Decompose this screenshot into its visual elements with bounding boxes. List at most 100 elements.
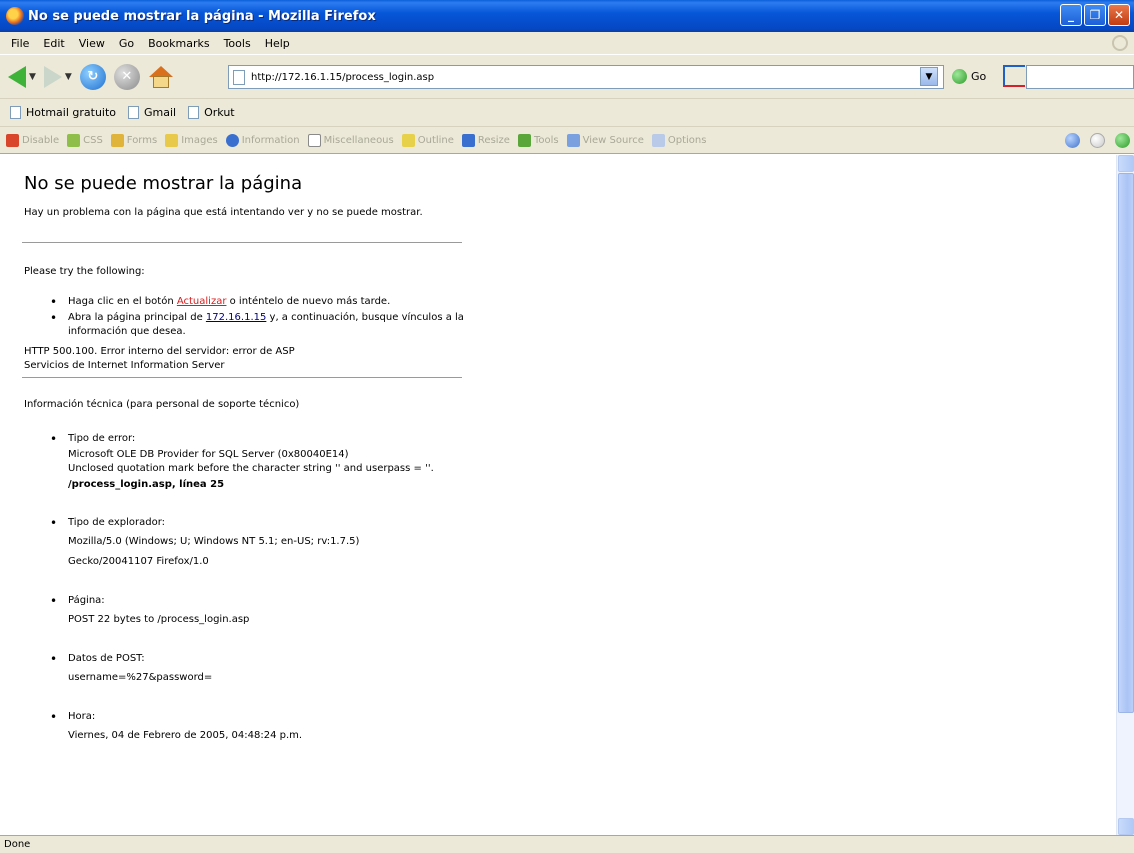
page-title: No se puede mostrar la página	[24, 173, 303, 194]
home-button[interactable]	[148, 64, 174, 90]
forward-arrow-icon	[43, 65, 62, 88]
js-status-icon[interactable]	[1115, 133, 1130, 148]
go-icon	[952, 69, 967, 84]
list-item: Tipo de error: Microsoft OLE DB Provider…	[50, 432, 464, 494]
dev-label: Resize	[477, 134, 510, 146]
dev-label: Tools	[533, 134, 559, 146]
dev-tools[interactable]: Tools	[517, 133, 559, 147]
back-arrow-icon	[8, 65, 26, 88]
menu-file[interactable]: File	[4, 37, 36, 50]
bookmark-label: Hotmail gratuito	[26, 106, 117, 119]
back-button[interactable]: ▼	[8, 65, 36, 88]
miscellaneous-icon	[307, 133, 321, 147]
dev-label: Outline	[417, 134, 454, 146]
reload-icon: ↻	[79, 63, 106, 90]
bookmark-page-icon	[188, 106, 200, 119]
stop-button[interactable]: ✕	[113, 63, 140, 90]
list-item: Hora: Viernes, 04 de Febrero de 2005, 04…	[50, 710, 464, 746]
reload-button[interactable]: ↻	[79, 63, 106, 90]
search-engine-icon[interactable]	[1003, 65, 1025, 87]
bookmark-orkut[interactable]: Orkut	[188, 106, 235, 119]
window-titlebar[interactable]: No se puede mostrar la página - Mozilla …	[0, 0, 1134, 32]
bookmarks-toolbar: Hotmail gratuito Gmail Orkut	[0, 98, 1134, 126]
bookmark-gmail[interactable]: Gmail	[128, 106, 176, 119]
tech-heading: Información técnica (para personal de so…	[24, 399, 300, 410]
dev-resize[interactable]: Resize	[461, 133, 510, 147]
menu-bookmarks[interactable]: Bookmarks	[141, 37, 216, 50]
dev-miscellaneous[interactable]: Miscellaneous	[307, 133, 394, 147]
web-developer-toolbar: Disable CSS Forms Images Information Mis…	[0, 126, 1134, 154]
minimize-button[interactable]: _	[1060, 4, 1082, 26]
dev-label: Forms	[126, 134, 158, 146]
dev-label: Information	[241, 134, 300, 146]
refresh-link[interactable]: Actualizar	[177, 296, 227, 307]
error-code: HTTP 500.100. Error interno del servidor…	[24, 346, 295, 357]
forward-button[interactable]: ▼	[43, 65, 72, 88]
menu-bar: File Edit View Go Bookmarks Tools Help	[0, 32, 1134, 54]
chevron-down-icon[interactable]: ▼	[29, 72, 36, 82]
go-label: Go	[971, 70, 987, 83]
url-input[interactable]	[251, 71, 943, 83]
chevron-down-icon[interactable]: ▼	[65, 72, 72, 82]
scroll-up-button[interactable]	[1118, 155, 1134, 172]
navigation-toolbar: ▼ ▼ ↻ ✕ ▼ Go	[0, 54, 1134, 98]
menu-tools[interactable]: Tools	[217, 37, 258, 50]
time-value: Viernes, 04 de Febrero de 2005, 04:48:24…	[68, 730, 303, 741]
dev-images[interactable]: Images	[165, 133, 218, 147]
images-icon	[165, 133, 179, 147]
scroll-down-button[interactable]	[1118, 818, 1134, 835]
dev-label: Disable	[22, 134, 60, 146]
try-heading: Please try the following:	[24, 266, 145, 277]
vertical-scrollbar[interactable]	[1116, 155, 1134, 835]
dev-information[interactable]: Information	[225, 133, 300, 147]
page-icon	[233, 69, 245, 85]
bookmark-hotmail[interactable]: Hotmail gratuito	[10, 106, 116, 119]
forms-icon	[110, 133, 124, 147]
status-bar: Done	[0, 835, 1134, 853]
dev-disable[interactable]: Disable	[6, 133, 60, 147]
options-icon	[651, 133, 665, 147]
error-status-icon[interactable]	[1090, 133, 1105, 148]
menu-go[interactable]: Go	[112, 37, 141, 50]
home-page-link[interactable]: 172.16.1.15	[206, 312, 266, 323]
dev-forms[interactable]: Forms	[110, 133, 158, 147]
window-title: No se puede mostrar la página - Mozilla …	[28, 8, 376, 24]
address-bar[interactable]	[228, 65, 944, 89]
dev-css[interactable]: CSS	[67, 133, 103, 147]
error-source: Servicios de Internet Information Server	[24, 360, 225, 371]
suggestion-text: Abra la página principal de	[68, 312, 206, 323]
stop-icon: ✕	[113, 63, 140, 90]
divider	[22, 242, 462, 243]
status-text: Done	[4, 839, 31, 850]
disable-icon	[6, 133, 19, 147]
go-button[interactable]: Go	[952, 69, 986, 84]
menu-help[interactable]: Help	[258, 37, 297, 50]
search-input[interactable]	[1026, 65, 1134, 89]
dev-label: View Source	[582, 134, 644, 146]
resize-icon	[461, 133, 475, 147]
menu-edit[interactable]: Edit	[36, 37, 71, 50]
scrollbar-thumb[interactable]	[1118, 173, 1134, 713]
url-dropdown-button[interactable]: ▼	[920, 67, 938, 86]
page-value: POST 22 bytes to /process_login.asp	[68, 614, 250, 625]
css-icon	[67, 133, 81, 147]
error-page: No se puede mostrar la página Hay un pro…	[22, 173, 464, 768]
dev-options[interactable]: Options	[651, 133, 706, 147]
dev-view-source[interactable]: View Source	[566, 133, 644, 147]
browser-line1: Mozilla/5.0 (Windows; U; Windows NT 5.1;…	[68, 536, 360, 547]
close-button[interactable]: ✕	[1108, 4, 1130, 26]
list-item: Página: POST 22 bytes to /process_login.…	[50, 594, 464, 630]
firefox-icon	[6, 7, 24, 25]
list-item: Tipo de explorador: Mozilla/5.0 (Windows…	[50, 516, 464, 572]
error-type-line2: Unclosed quotation mark before the chara…	[68, 463, 434, 474]
browser-line2: Gecko/20041107 Firefox/1.0	[68, 556, 209, 567]
tools-icon	[517, 133, 531, 147]
css-status-icon[interactable]	[1065, 133, 1080, 148]
menu-view[interactable]: View	[72, 37, 112, 50]
bookmark-label: Gmail	[144, 106, 177, 119]
dev-outline[interactable]: Outline	[401, 133, 454, 147]
error-location: /process_login.asp, línea 25	[68, 479, 225, 490]
maximize-button[interactable]: ❐	[1084, 4, 1106, 26]
home-icon	[148, 64, 174, 90]
error-type-line1: Microsoft OLE DB Provider for SQL Server…	[68, 449, 349, 460]
